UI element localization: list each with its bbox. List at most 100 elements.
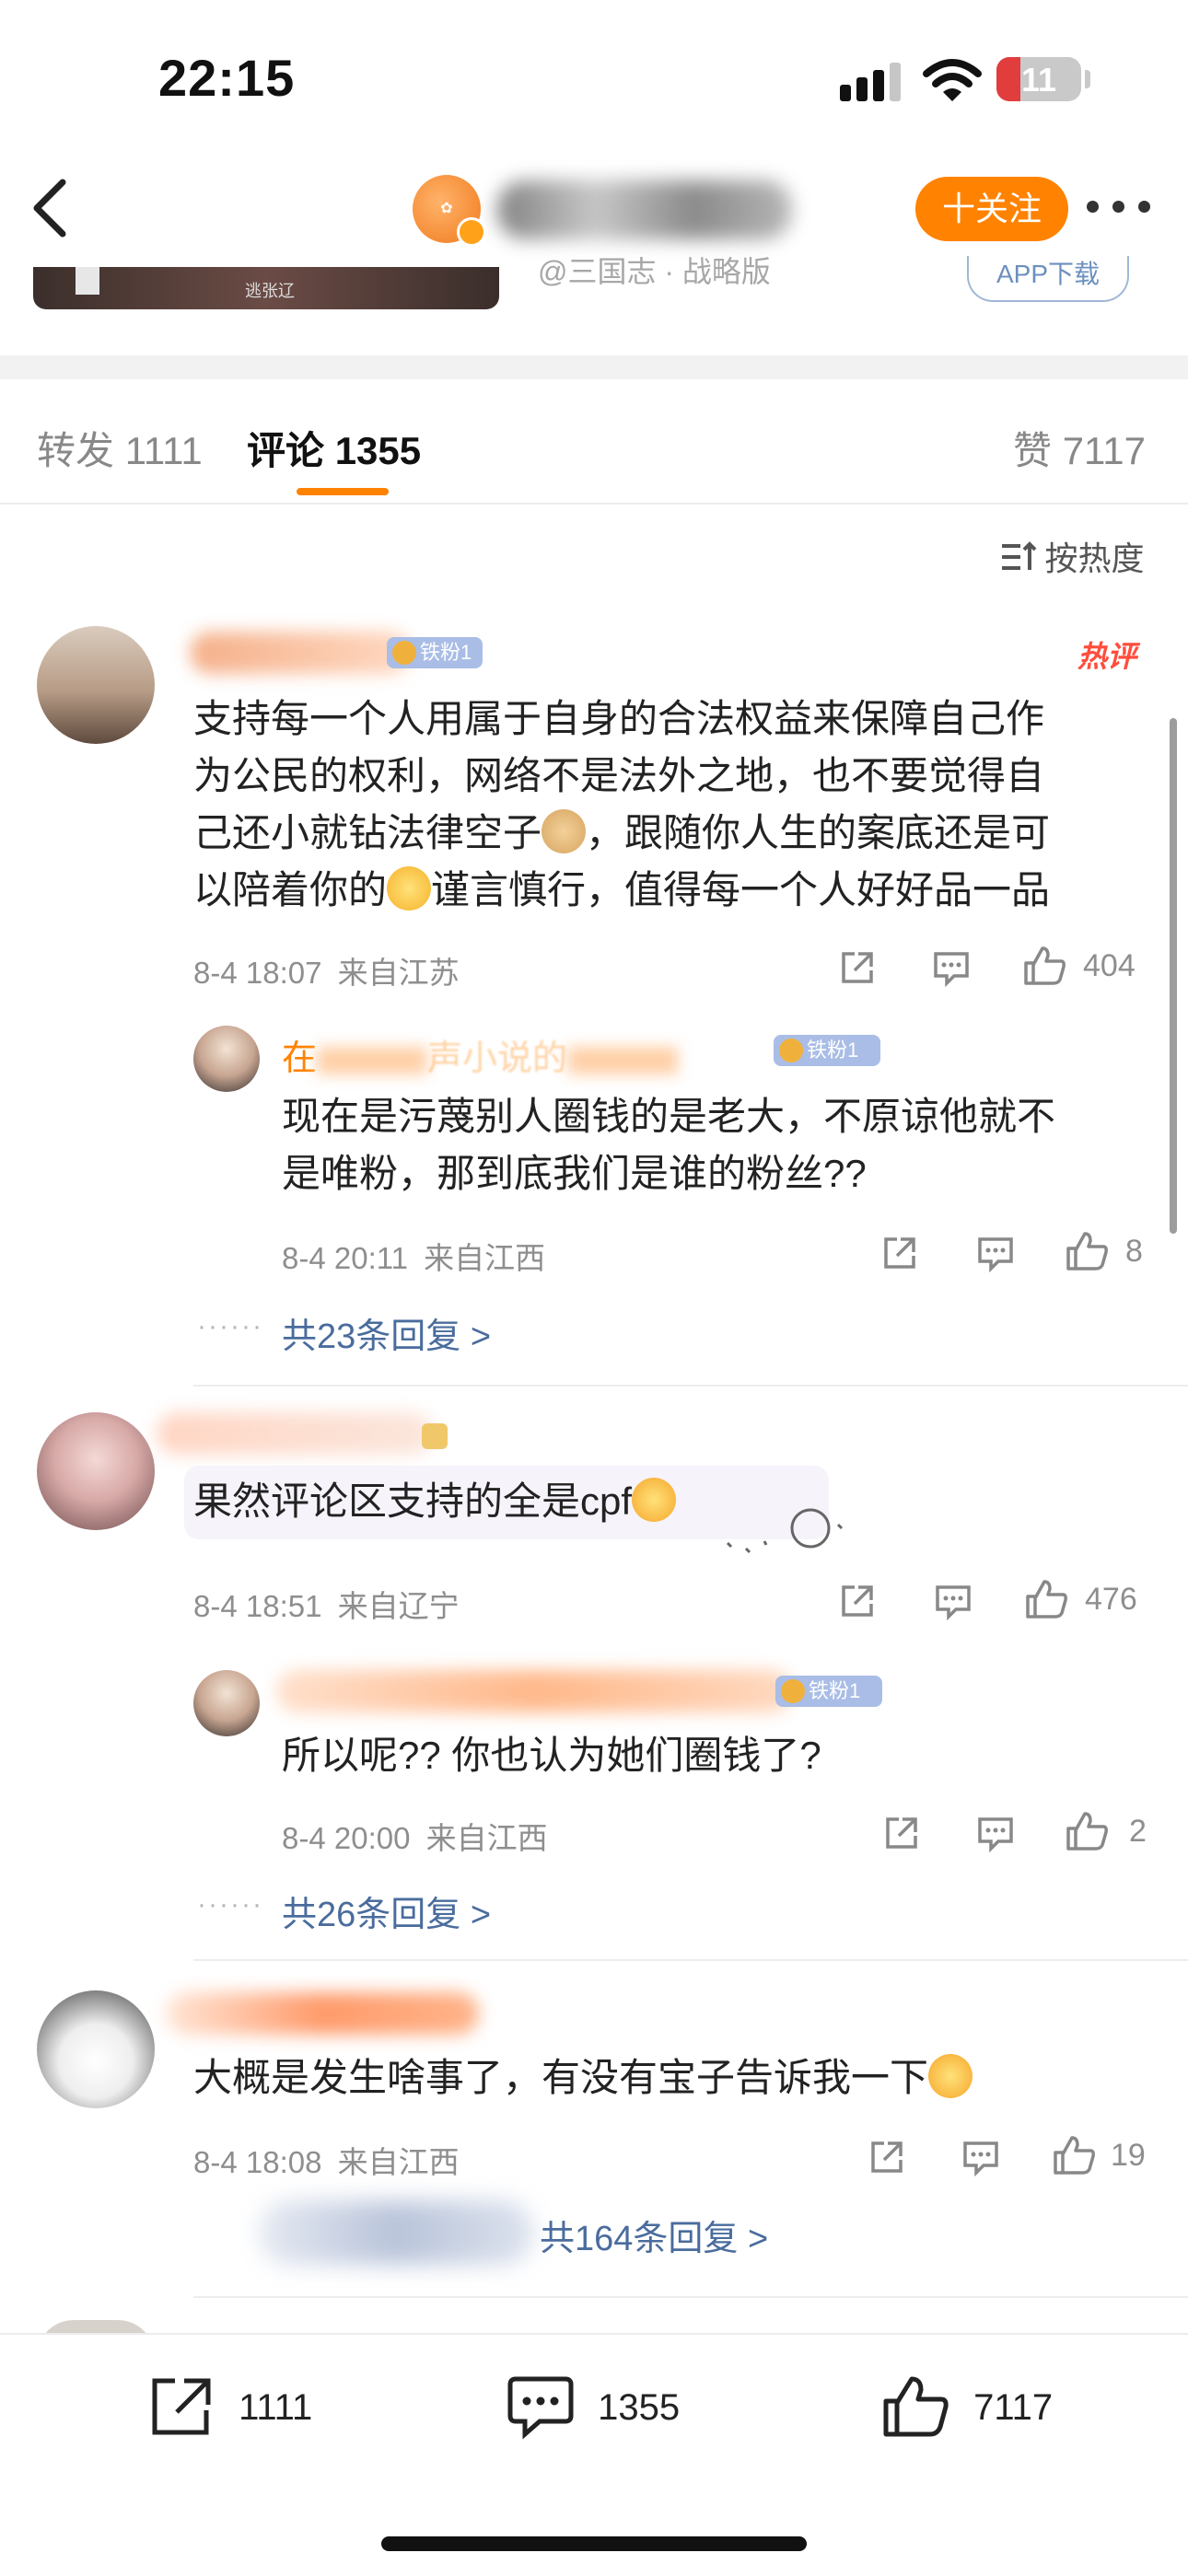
share-icon[interactable] [838,948,877,987]
reply-icon[interactable] [961,2138,1000,2176]
comment-line: 为公民的权利，网络不是法外之地，也不要觉得自 [193,754,1045,797]
author-avatar[interactable]: ✿ [413,175,486,247]
battery-tip [1085,70,1090,88]
battery-icon: 11 [996,57,1081,101]
like-count: 8 [1125,1234,1143,1269]
reply-author-redacted[interactable] [276,1670,792,1712]
comment-time: 8-4 18:51 [193,1589,322,1623]
reply-avatar[interactable] [193,1026,260,1092]
share-icon[interactable] [880,1234,919,1272]
share-icon[interactable] [868,2138,906,2176]
reply-text: 现在是污蔑别人圈钱的是老大，不原谅他就不 是唯粉，那到底我们是谁的粉丝?? [282,1088,1157,1202]
comment-text: 果然评论区支持的全是cpf [193,1473,677,1530]
like-thumb-icon[interactable] [1065,1230,1111,1272]
hot-comment-tag: 热评 [1077,640,1137,673]
tab-reposts-label: 转发 [37,429,115,472]
comment-line-part: 以陪着你的 [193,868,388,911]
tab-comments[interactable]: 评论 1355 [247,420,421,476]
reply-preview-redacted [258,2200,534,2265]
fan-badge: 铁粉1 [775,1676,882,1707]
like-count: 19 [1111,2138,1146,2173]
embedded-card-image[interactable]: 逃张辽 [33,267,499,309]
reply-author-mid: 声小说的 [427,1039,568,1078]
repost-count: 1111 [239,2387,313,2428]
like-thumb-icon[interactable] [1065,1810,1111,1852]
comment-line: 大概是发生啥事了，有没有宝子告诉我一下 [193,2056,929,2099]
reply-line: 所以呢?? 你也认为她们圈钱了? [282,1734,821,1777]
reply-avatar[interactable] [193,1670,260,1736]
author-name-redacted[interactable] [497,180,792,239]
reply-icon[interactable] [934,1582,973,1620]
like-thumb-icon[interactable] [1052,2134,1098,2176]
card-logo-icon [76,267,99,295]
reply-text: 所以呢?? 你也认为她们圈钱了? [282,1727,821,1784]
tab-reposts[interactable]: 转发 1111 [37,420,203,476]
reply-icon[interactable] [976,1234,1015,1272]
comment-meta: 8-4 18:08 来自江西 [193,2138,460,2182]
comment-divider [193,1385,1188,1387]
commenter-name-redacted[interactable] [190,632,411,674]
more-replies-link[interactable]: 共164条回复 > [540,2210,768,2260]
comment-button[interactable]: 1355 [505,2373,680,2440]
more-replies-link[interactable]: 共23条回复 > [282,1307,491,1358]
more-replies-link[interactable]: 共26条回复 > [282,1886,491,1936]
reply-location: 来自江西 [424,1241,546,1275]
reply-icon[interactable] [932,948,971,987]
scrollbar[interactable] [1170,718,1177,1234]
like-count: 404 [1083,948,1136,983]
tab-likes[interactable]: 赞 7117 [1013,420,1146,476]
cellular-signal-icon [840,61,904,101]
comment-line: 果然评论区支持的全是cpf [193,1479,633,1523]
app-download-button[interactable]: APP下载 [967,256,1129,302]
card-image-label: 逃张辽 [245,282,295,300]
reply-author-redacted-b [567,1046,679,1074]
follow-button[interactable]: 十关注 [915,177,1068,241]
comment-location: 来自江苏 [337,956,460,990]
commenter-avatar[interactable] [37,1412,155,1530]
like-thumb-icon[interactable] [1022,945,1068,987]
reply-meta: 8-4 20:00 来自江西 [282,1814,548,1858]
hug-emoji-icon [632,1478,677,1522]
comment-time: 8-4 18:07 [193,956,322,990]
commenter-name-redacted[interactable] [157,1412,433,1455]
active-tab-indicator [297,488,389,495]
commenter-avatar[interactable] [37,626,155,744]
reply-line: 是唯粉，那到底我们是谁的粉丝?? [282,1152,867,1195]
back-chevron-icon[interactable] [26,175,77,241]
repost-button[interactable]: 1111 [146,2373,312,2440]
like-thumb-icon[interactable] [1024,1578,1070,1620]
like-count: 476 [1085,1582,1137,1617]
tab-likes-count: 7117 [1062,429,1147,472]
status-time: 22:15 [158,49,296,107]
reply-author-visible: 在 [282,1039,318,1078]
section-divider [0,355,1188,379]
reply-icon[interactable] [976,1814,1015,1852]
comment-meta: 8-4 18:51 来自辽宁 [193,1582,460,1626]
comment-time: 8-4 18:08 [193,2145,322,2179]
tab-likes-label: 赞 [1013,429,1053,472]
verified-badge-icon [457,217,486,247]
share-icon[interactable] [882,1814,921,1852]
home-indicator[interactable] [381,2536,807,2551]
kiss-emoji-icon [928,2054,973,2098]
comment-location: 来自辽宁 [337,1589,460,1623]
reply-line: 现在是污蔑别人圈钱的是老大，不原谅他就不 [282,1095,1056,1138]
sort-by-hot-button[interactable]: 按热度 [1000,532,1144,580]
like-count: 2 [1129,1814,1147,1849]
commenter-avatar[interactable] [37,1990,155,2108]
commenter-name-redacted[interactable] [166,1992,479,2035]
share-icon[interactable] [838,1582,877,1620]
dots-decoration: ······ [197,1311,263,1341]
card-subtitle: @三国志 · 战略版 [538,255,771,288]
repost-icon [152,2378,211,2435]
comment-meta: 8-4 18:07 来自江苏 [193,948,460,992]
reply-author[interactable]: 在 声小说的 [282,1029,679,1080]
comment-line-part: ，跟随你人生的案底还是可 [586,811,1051,854]
more-options-icon[interactable] [1085,193,1155,221]
tab-comments-label: 评论 [247,429,325,472]
comment-text: 支持每一个人用属于自身的合法权益来保障自己作 为公民的权利，网络不是法外之地，也… [193,690,1151,919]
tab-reposts-count: 1111 [124,429,203,472]
sparkle-sticker-icon [726,1508,844,1554]
tab-comments-count: 1355 [334,429,422,472]
like-button[interactable]: 7117 [880,2373,1053,2440]
